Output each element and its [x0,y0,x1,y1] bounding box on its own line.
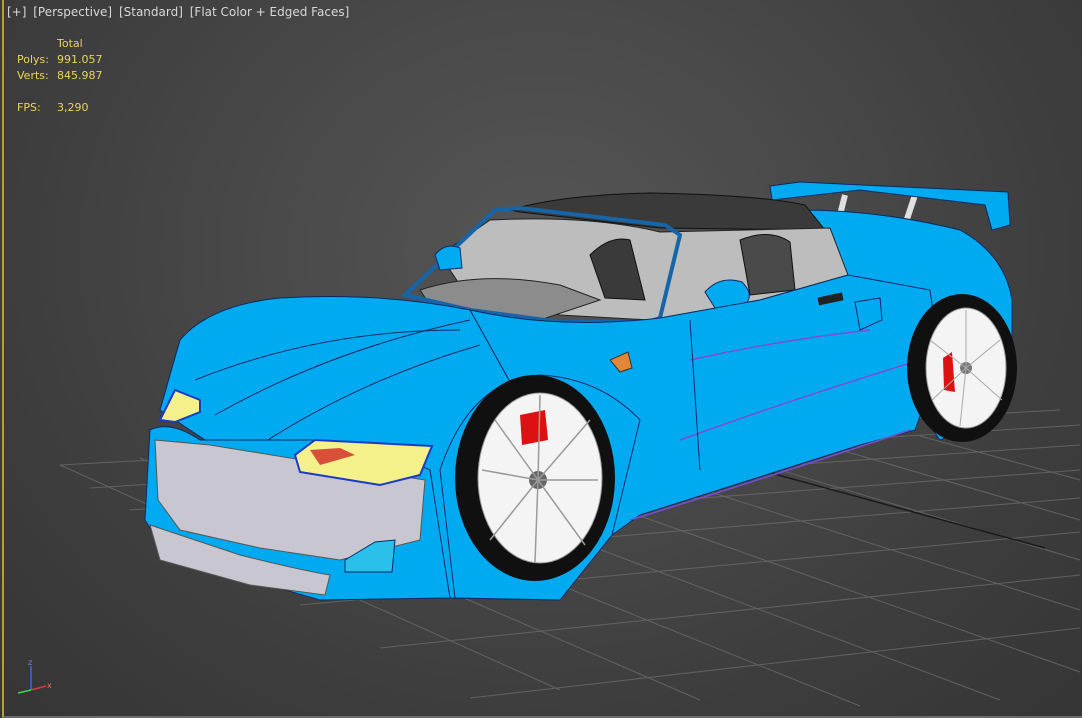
viewport-menu-button[interactable]: [+] [7,5,26,19]
side-mirror [434,245,463,271]
point-of-view-menu[interactable]: [Perspective] [33,5,112,19]
axis-z-label: z [28,658,32,667]
viewport-label-menu[interactable]: [+] [Perspective] [Standard] [Flat Color… [7,5,352,19]
verts-value: 845.987 [57,69,103,82]
seat [739,234,796,296]
shading-quality-menu[interactable]: [Standard] [119,5,183,19]
fps-label: FPS: [17,101,41,114]
polys-value: 991.057 [57,53,103,66]
axis-x-label: x [47,681,52,690]
perspective-viewport[interactable]: [+] [Perspective] [Standard] [Flat Color… [0,0,1082,718]
visual-style-menu[interactable]: [Flat Color + Edged Faces] [190,5,350,19]
front-wheel [455,375,615,581]
fps-value: 3,290 [57,101,89,114]
stats-total-header: Total [57,37,83,50]
scene-canvas[interactable] [0,0,1082,718]
polys-label: Polys: [17,53,49,66]
verts-label: Verts: [17,69,49,82]
car-model[interactable] [144,181,1017,601]
axis-tripod-icon: z x [17,658,52,694]
rear-wheel [907,294,1017,442]
